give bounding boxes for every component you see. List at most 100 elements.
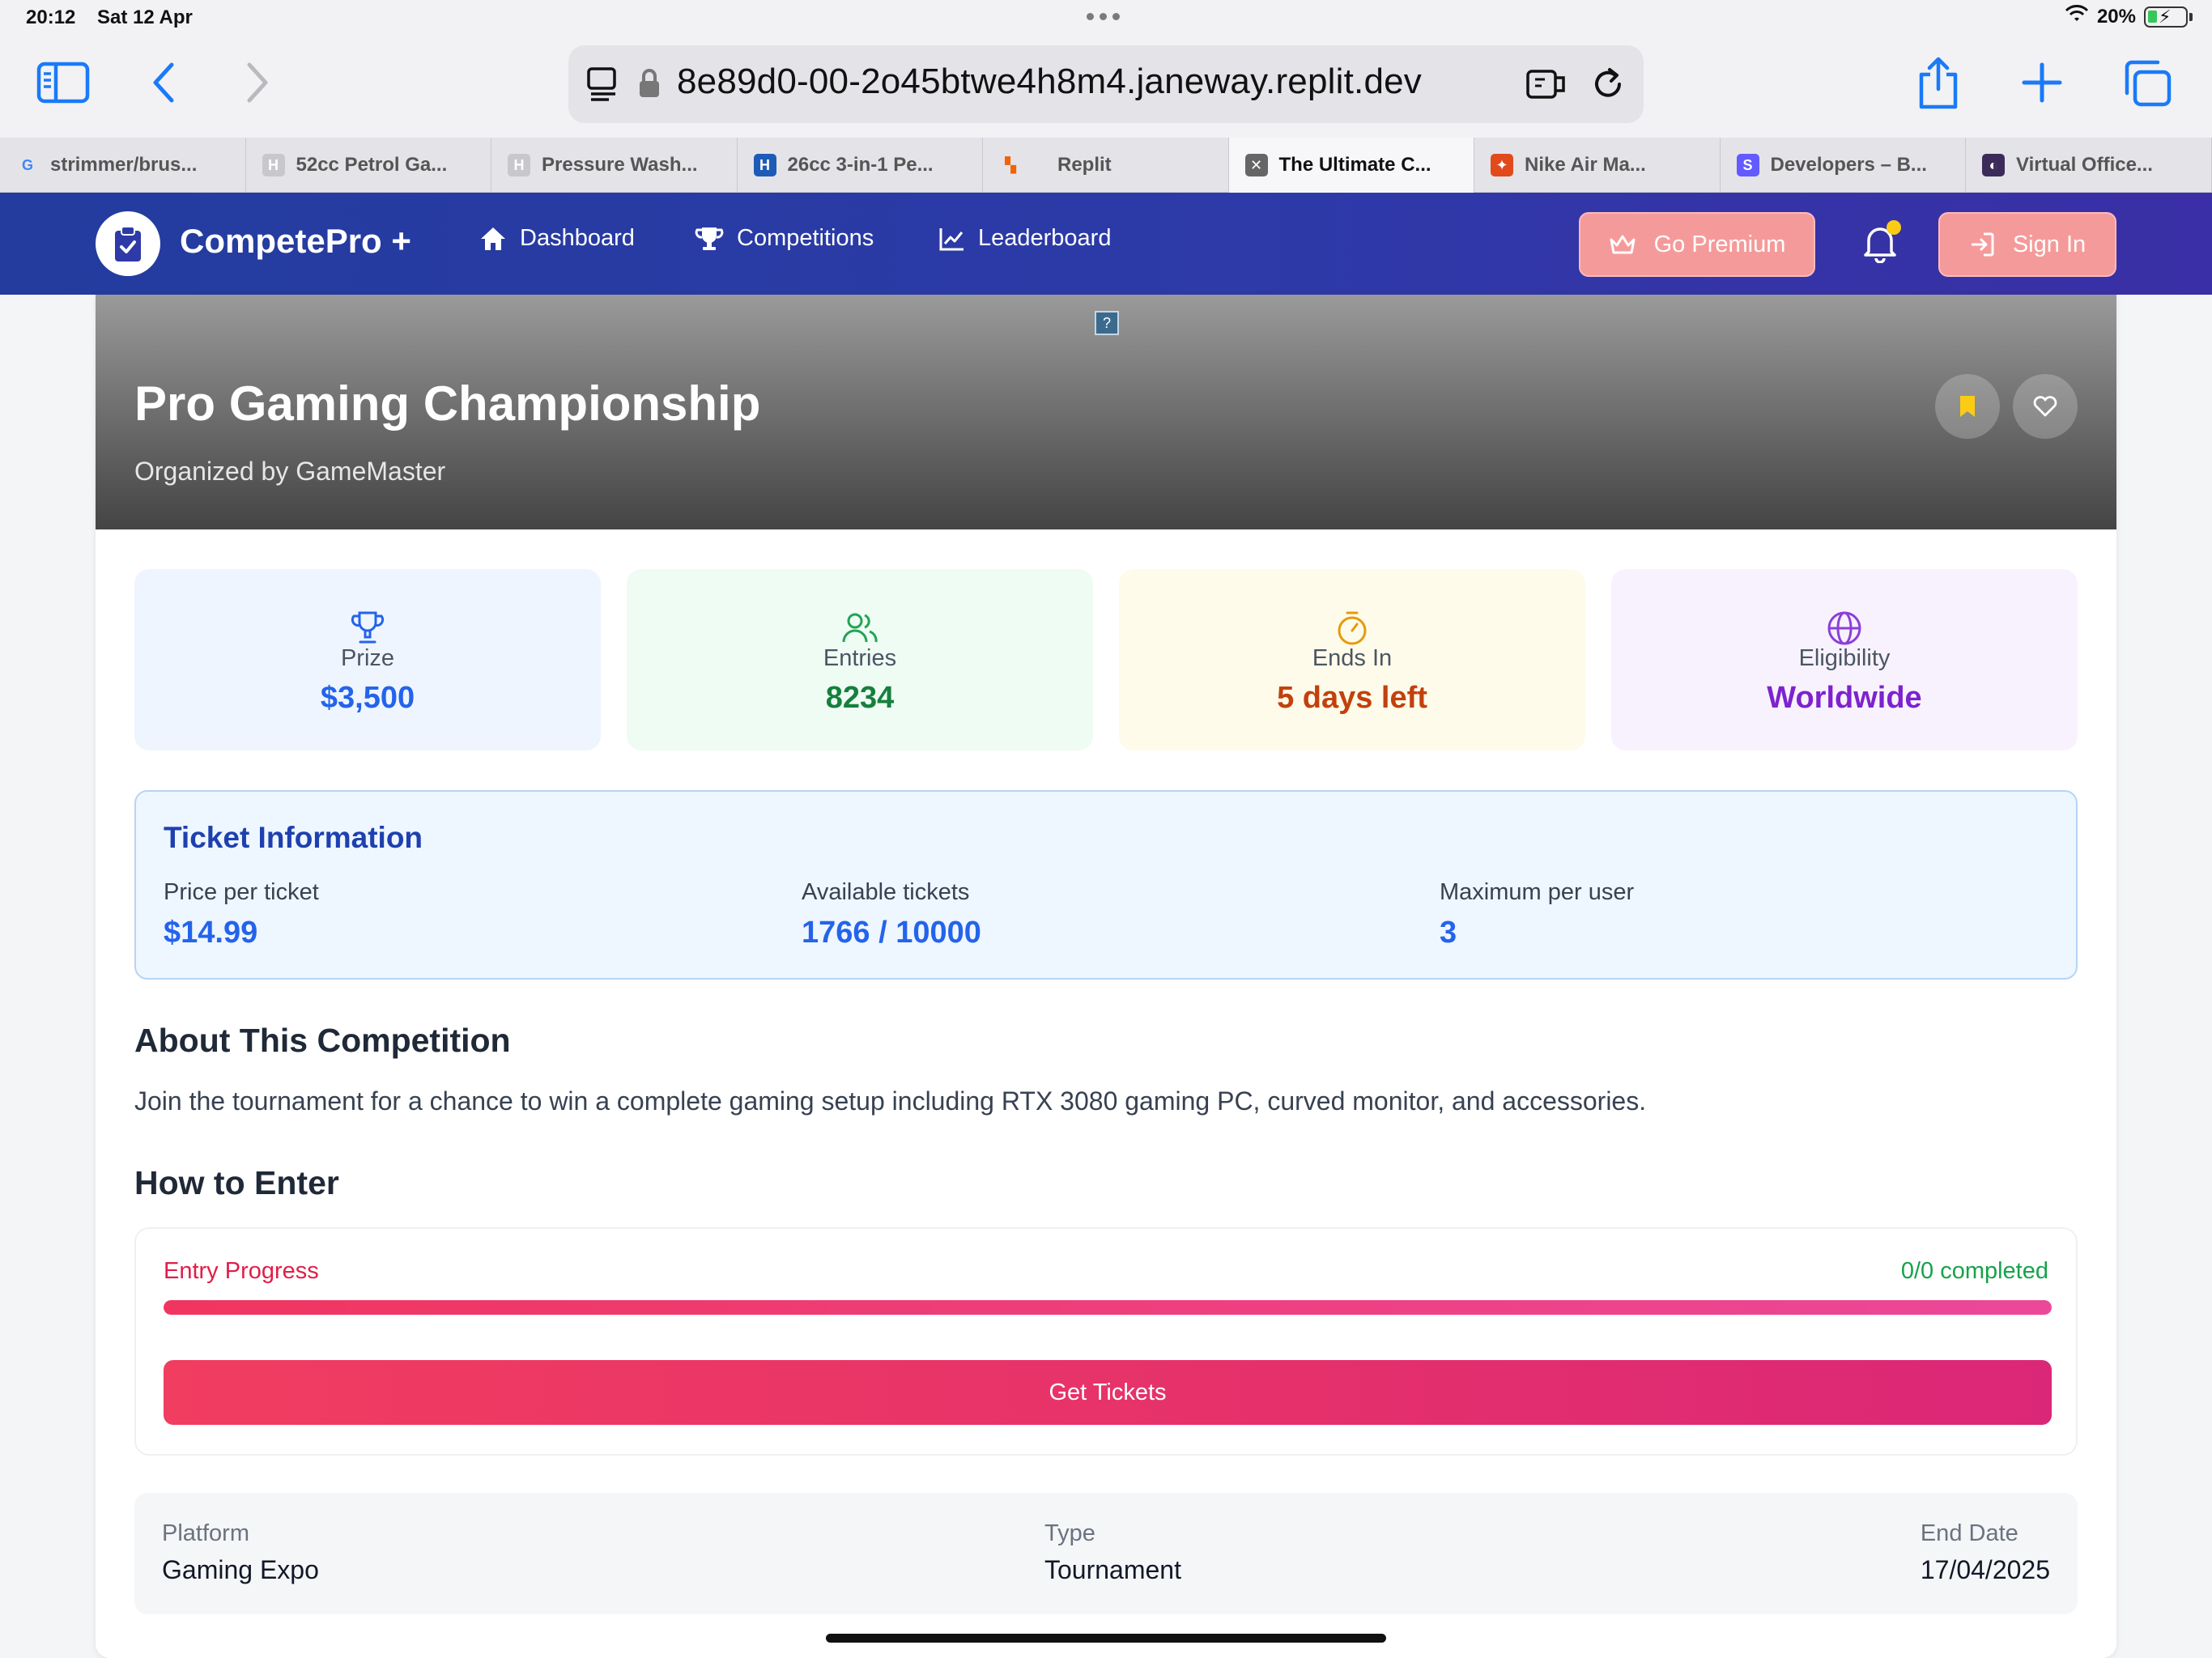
h-letter-icon: H <box>508 154 530 176</box>
ticket-available: Available tickets 1766 / 10000 <box>802 879 981 950</box>
back-icon[interactable] <box>146 60 181 105</box>
ticket-max-value: 3 <box>1440 916 1457 950</box>
hero-banner: ? Pro Gaming Championship Organized by G… <box>96 295 2116 529</box>
entry-progress-fill <box>164 1300 2052 1315</box>
detail-end-date-value: 17/04/2025 <box>1920 1555 2050 1584</box>
bookmark-icon <box>1960 396 1975 417</box>
ticket-information: Ticket Information Price per ticket $14.… <box>134 790 2078 980</box>
browser-tab-label: Developers – B... <box>1770 154 1927 176</box>
competition-card: ? Pro Gaming Championship Organized by G… <box>96 295 2116 1658</box>
login-icon <box>1971 232 1994 257</box>
ticket-max-label: Maximum per user <box>1440 879 1635 905</box>
browser-tab[interactable]: H Pressure Wash... <box>491 138 738 193</box>
nav-competitions[interactable]: Competitions <box>695 225 874 252</box>
browser-tab[interactable]: ✦ Nike Air Ma... <box>1474 138 1721 193</box>
google-icon: G <box>21 156 33 173</box>
detail-platform-label: Platform <box>162 1520 249 1546</box>
ticket-price-value: $14.99 <box>164 916 258 950</box>
h-letter-icon: H <box>262 154 285 176</box>
status-time: 20:12 <box>26 6 76 28</box>
entry-progress-count: 0/0 completed <box>1900 1258 2048 1284</box>
timer-icon <box>1119 610 1585 647</box>
new-tab-icon[interactable] <box>2019 60 2065 105</box>
stripe-icon: S <box>1736 154 1759 176</box>
wifi-icon <box>2065 5 2089 28</box>
browser-tab-label: strimmer/brus... <box>50 154 198 176</box>
battery-percent: 20% <box>2096 5 2136 28</box>
clipboard-check-icon <box>115 226 141 261</box>
users-icon <box>627 610 1093 647</box>
go-premium-label: Go Premium <box>1653 231 1786 257</box>
notifications-button[interactable] <box>1854 217 1906 269</box>
share-icon[interactable] <box>1914 55 1963 112</box>
trophy-icon <box>134 610 601 647</box>
ticket-available-label: Available tickets <box>802 879 970 905</box>
detail-type-label: Type <box>1044 1520 1095 1546</box>
logo[interactable] <box>96 211 160 276</box>
status-bar: 20:12 Sat 12 Apr 20% ⚡ <box>0 0 2212 39</box>
detail-platform: Platform Gaming Expo <box>162 1520 319 1585</box>
close-tab-icon[interactable]: ✕ <box>1244 154 1268 176</box>
stat-prize-value: $3,500 <box>320 681 415 715</box>
browser-tab-label: Pressure Wash... <box>542 154 698 176</box>
reader-mode-icon[interactable] <box>586 66 619 106</box>
entry-progress-label: Entry Progress <box>164 1258 319 1284</box>
browser-tab[interactable]: H 26cc 3-in-1 Pe... <box>738 138 983 193</box>
multitask-dots[interactable] <box>1087 13 1120 20</box>
tab-overview-icon[interactable] <box>2121 58 2173 108</box>
sign-in-button[interactable]: Sign In <box>1938 212 2116 277</box>
stat-prize-label: Prize <box>340 645 395 671</box>
organizer-text: Organized by GameMaster <box>134 457 446 486</box>
stat-ends-in-value: 5 days left <box>1277 681 1427 715</box>
browser-tab-label: Replit <box>1057 154 1112 176</box>
ticket-max: Maximum per user 3 <box>1440 879 1634 950</box>
go-premium-button[interactable]: Go Premium <box>1579 212 1815 277</box>
heart-icon <box>2033 396 2057 417</box>
entry-progress-panel: Entry Progress 0/0 completed Get Tickets <box>134 1227 2078 1456</box>
browser-tab[interactable]: H 52cc Petrol Ga... <box>246 138 491 193</box>
nav-dashboard-label: Dashboard <box>520 225 635 251</box>
home-indicator <box>826 1634 1386 1643</box>
replit-icon: ▚ <box>1005 156 1016 173</box>
bookmark-button[interactable] <box>1935 374 2000 439</box>
detail-type: Type Tournament <box>1044 1520 1181 1585</box>
stat-ends-in-label: Ends In <box>1312 645 1393 671</box>
trophy-icon <box>695 227 724 250</box>
get-tickets-button[interactable]: Get Tickets <box>164 1360 2052 1425</box>
browser-tab-label: 52cc Petrol Ga... <box>296 154 448 176</box>
h-brand-icon: H <box>753 154 776 176</box>
nav-dashboard[interactable]: Dashboard <box>479 225 635 252</box>
forward-icon[interactable] <box>240 60 275 105</box>
browser-tab[interactable]: ◐ Virtual Office... <box>1966 138 2212 193</box>
browser-tab[interactable]: ✕ The Ultimate C... <box>1228 138 1474 193</box>
broken-image-icon: ? <box>1095 311 1119 335</box>
nav-leaderboard-label: Leaderboard <box>978 225 1112 251</box>
browser-tab[interactable]: ▚ Replit <box>983 138 1229 193</box>
chart-line-icon <box>939 227 963 250</box>
tab-strip: Gstrimmer/brus... H 52cc Petrol Ga... H Pres… <box>0 138 2212 193</box>
browser-toolbar: 8e89d0-00-2o45btwe4h8m4.janeway.replit.d… <box>0 39 2212 138</box>
address-bar[interactable]: 8e89d0-00-2o45btwe4h8m4.janeway.replit.d… <box>568 45 1644 123</box>
nav-leaderboard[interactable]: Leaderboard <box>939 225 1111 252</box>
stat-eligibility: Eligibility Worldwide <box>1611 569 2078 750</box>
app-navbar: CompetePro + Dashboard Competitions Lead… <box>0 193 2212 295</box>
browser-tab-label: Nike Air Ma... <box>1525 154 1646 176</box>
ticket-price-label: Price per ticket <box>164 879 319 905</box>
detail-end-date-label: End Date <box>1920 1520 2018 1546</box>
url-text[interactable]: 8e89d0-00-2o45btwe4h8m4.janeway.replit.d… <box>677 62 1422 102</box>
browser-tab[interactable]: S Developers – B... <box>1721 138 1966 193</box>
virtual-office-icon: ◐ <box>1982 154 2005 176</box>
brand-name[interactable]: CompetePro + <box>180 222 411 261</box>
sidebar-toggle-icon[interactable] <box>36 60 91 105</box>
competition-title: Pro Gaming Championship <box>134 376 761 431</box>
favorite-button[interactable] <box>2013 374 2078 439</box>
entry-progress-bar <box>164 1300 2052 1315</box>
extensions-icon[interactable] <box>1525 66 1568 106</box>
stat-entries: Entries 8234 <box>627 569 1093 750</box>
browser-tab[interactable]: Gstrimmer/brus... <box>0 138 246 193</box>
ticket-price: Price per ticket $14.99 <box>164 879 319 950</box>
stat-entries-label: Entries <box>823 645 897 671</box>
detail-platform-value: Gaming Expo <box>162 1555 319 1584</box>
reload-icon[interactable] <box>1590 66 1626 106</box>
competition-details: Platform Gaming Expo Type Tournament End… <box>134 1493 2078 1614</box>
